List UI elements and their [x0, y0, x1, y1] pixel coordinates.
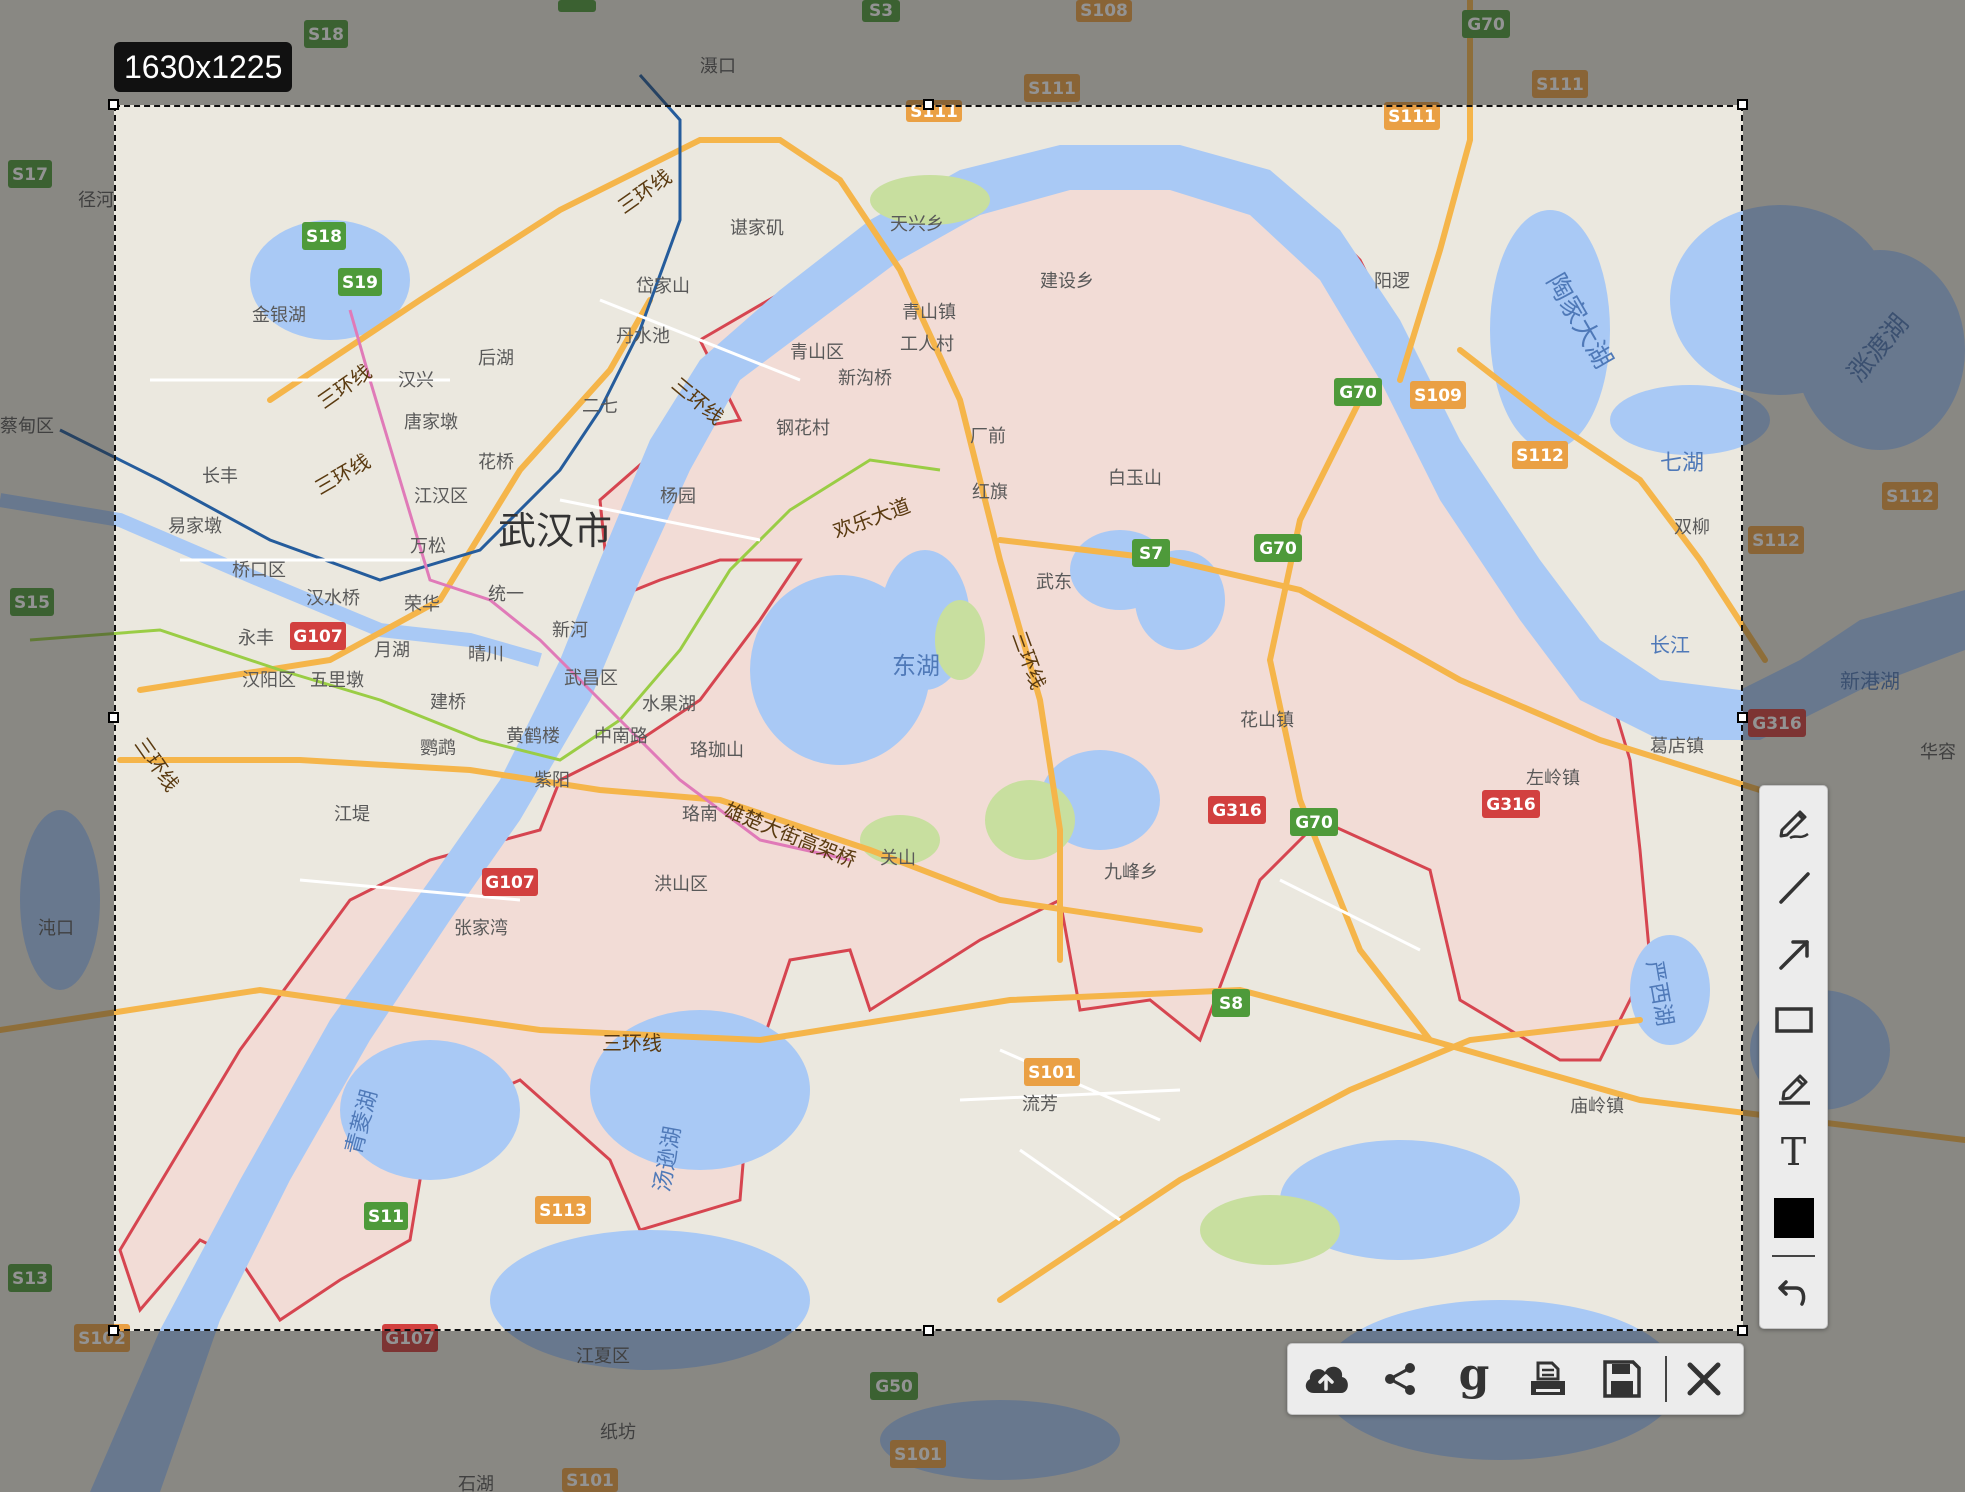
svg-text:G50: G50	[875, 1377, 913, 1397]
undo-tool[interactable]	[1766, 1262, 1821, 1318]
route-shield	[558, 0, 596, 12]
svg-text:S18: S18	[308, 25, 344, 45]
svg-text:S3: S3	[869, 1, 893, 21]
pen-scribble-icon	[1779, 810, 1809, 840]
route-shield: S3	[862, 0, 900, 22]
drawing-toolbar: T	[1759, 785, 1828, 1329]
floppy-disk-icon	[1603, 1360, 1641, 1398]
color-swatch	[1773, 1198, 1814, 1238]
close-icon	[1687, 1362, 1721, 1396]
route-shield: S112	[1882, 482, 1938, 510]
toolbar-divider	[1772, 1255, 1815, 1257]
route-shield: S17	[8, 160, 52, 188]
print-button[interactable]	[1518, 1351, 1578, 1407]
undo-icon	[1777, 1280, 1805, 1306]
save-button[interactable]	[1592, 1351, 1652, 1407]
svg-text:S111: S111	[1536, 75, 1584, 95]
printer-icon	[1531, 1361, 1565, 1395]
text-icon: T	[1780, 1130, 1807, 1174]
selection-size-label: 1630x1225	[114, 42, 293, 92]
place-label: 径河	[78, 190, 114, 211]
resize-handle-bottom-right[interactable]	[1737, 1325, 1748, 1336]
resize-handle-top[interactable]	[923, 99, 934, 110]
svg-text:S15: S15	[14, 593, 50, 613]
svg-text:S17: S17	[12, 165, 48, 185]
cloud-upload-icon	[1305, 1366, 1348, 1393]
place-label: 新港湖	[1840, 669, 1900, 693]
google-icon: g	[1458, 1349, 1490, 1400]
resize-handle-bottom-left[interactable]	[108, 1325, 119, 1336]
line-icon	[1778, 872, 1810, 904]
svg-text:S112: S112	[1752, 531, 1800, 551]
route-shield: S111	[1532, 70, 1588, 98]
svg-text:S101: S101	[566, 1471, 614, 1491]
place-label: 华容	[1920, 742, 1956, 763]
svg-text:S112: S112	[1886, 487, 1934, 507]
route-shield: G316	[1748, 709, 1806, 737]
text-tool[interactable]: T	[1766, 1124, 1821, 1180]
svg-text:G316: G316	[1752, 714, 1801, 734]
rectangle-icon	[1774, 1007, 1813, 1033]
svg-text:G107: G107	[385, 1329, 434, 1349]
screen-capture-stage: 滠口 谌家矶 天兴乡 建设乡 岱家山 阳逻 金银湖 丹水池 青山镇 工人村 后湖…	[0, 0, 1965, 1492]
svg-text:S108: S108	[1080, 1, 1128, 21]
place-label: 沌口	[38, 918, 74, 939]
place-label: 纸坊	[600, 1422, 636, 1443]
resize-handle-left[interactable]	[108, 712, 119, 723]
google-search-button[interactable]: g	[1444, 1351, 1504, 1407]
route-shield: S15	[10, 588, 54, 616]
place-label: 石湖	[458, 1474, 494, 1492]
action-toolbar: g	[1287, 1343, 1744, 1415]
upload-button[interactable]	[1296, 1351, 1356, 1407]
route-shield: S108	[1076, 0, 1132, 22]
rectangle-tool[interactable]	[1766, 992, 1821, 1048]
action-divider	[1665, 1356, 1667, 1402]
route-shield: S111	[1024, 74, 1080, 102]
arrow-icon	[1778, 940, 1809, 970]
highlighter-tool[interactable]	[1766, 1058, 1821, 1114]
resize-handle-right[interactable]	[1737, 712, 1748, 723]
freehand-pen-tool[interactable]	[1766, 794, 1821, 850]
resize-handle-bottom[interactable]	[923, 1325, 934, 1336]
route-shield: S112	[1748, 526, 1804, 554]
color-picker[interactable]	[1766, 1190, 1821, 1246]
resize-handle-top-right[interactable]	[1737, 99, 1748, 110]
line-tool[interactable]	[1766, 860, 1821, 916]
close-button[interactable]	[1674, 1351, 1734, 1407]
share-button[interactable]	[1370, 1351, 1430, 1407]
route-shield: G50	[870, 1372, 918, 1400]
place-label: 江夏区	[576, 1346, 630, 1367]
route-shield: G70	[1462, 10, 1510, 38]
svg-text:S13: S13	[12, 1269, 48, 1289]
route-shield: S18	[304, 20, 348, 48]
share-icon	[1385, 1363, 1415, 1395]
highlighter-icon	[1778, 1074, 1810, 1105]
selection-rectangle[interactable]	[114, 105, 1743, 1331]
svg-text:S111: S111	[1028, 79, 1076, 99]
route-shield: S101	[562, 1468, 618, 1492]
route-shield: S101	[890, 1440, 946, 1468]
arrow-tool[interactable]	[1766, 926, 1821, 982]
place-label: 蔡甸区	[0, 416, 54, 437]
svg-text:G70: G70	[1467, 15, 1505, 35]
route-shield: S13	[8, 1264, 52, 1292]
resize-handle-top-left[interactable]	[108, 99, 119, 110]
svg-text:S101: S101	[894, 1445, 942, 1465]
place-label: 滠口	[700, 56, 736, 77]
